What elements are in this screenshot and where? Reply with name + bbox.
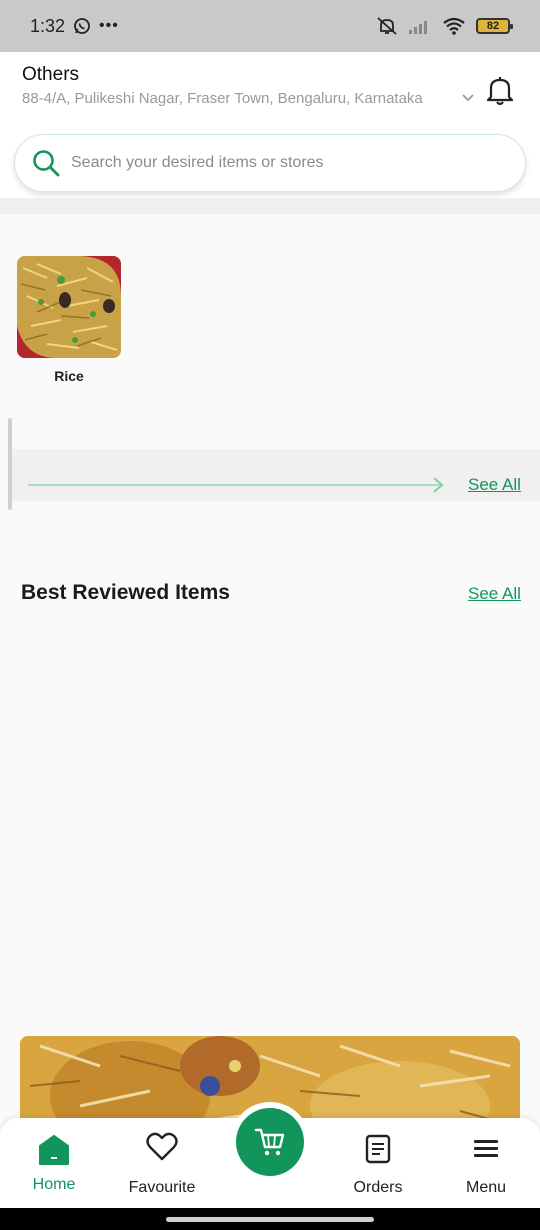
nav-menu-label: Menu (465, 1179, 507, 1196)
cart-icon (254, 1128, 285, 1156)
orders-icon (365, 1134, 391, 1164)
category-image-rice (17, 256, 121, 358)
best-reviewed-see-all-link[interactable]: See All (468, 584, 521, 604)
cart-button[interactable] (236, 1108, 304, 1176)
heart-icon (146, 1132, 178, 1161)
menu-icon (474, 1140, 498, 1157)
home-icon (39, 1135, 69, 1165)
search-bar[interactable] (14, 134, 526, 192)
status-left: 1:32 ••• (30, 16, 119, 37)
arrow-line (28, 484, 442, 486)
notification-bell-icon[interactable] (482, 72, 518, 108)
rice-dish-image (17, 256, 121, 358)
location-address[interactable]: 88-4/A, Pulikeshi Nagar, Fraser Town, Be… (22, 90, 462, 107)
section-divider (0, 198, 540, 214)
search-input[interactable] (71, 154, 525, 172)
nav-favourite[interactable]: Favourite (112, 1118, 212, 1208)
see-all-row (12, 449, 540, 501)
whatsapp-icon (74, 18, 90, 34)
mute-icon (377, 17, 397, 35)
location-title[interactable]: Others (22, 64, 79, 86)
nav-orders[interactable]: Orders (328, 1118, 428, 1208)
status-bar: 1:32 ••• 82 (0, 0, 540, 52)
battery-icon: 82 (476, 18, 513, 34)
status-right: 82 (376, 16, 513, 36)
nav-menu[interactable]: Menu (436, 1118, 536, 1208)
status-time: 1:32 (30, 15, 66, 36)
arrow-right-icon (433, 477, 444, 493)
nav-home[interactable]: Home (4, 1118, 104, 1208)
see-all-link[interactable]: See All (468, 475, 521, 495)
chevron-down-icon[interactable] (460, 90, 476, 106)
category-label-rice: Rice (54, 368, 84, 384)
wifi-icon (443, 17, 465, 35)
nav-home-label: Home (32, 1176, 76, 1193)
category-item-rice[interactable]: Rice (17, 256, 121, 384)
best-reviewed-title: Best Reviewed Items (21, 581, 230, 604)
signal-icon (409, 21, 427, 34)
home-indicator[interactable] (166, 1217, 374, 1222)
more-notifications-icon: ••• (99, 17, 119, 34)
nav-orders-label: Orders (353, 1179, 403, 1196)
nav-favourite-label: Favourite (128, 1179, 196, 1196)
search-icon (33, 150, 60, 177)
